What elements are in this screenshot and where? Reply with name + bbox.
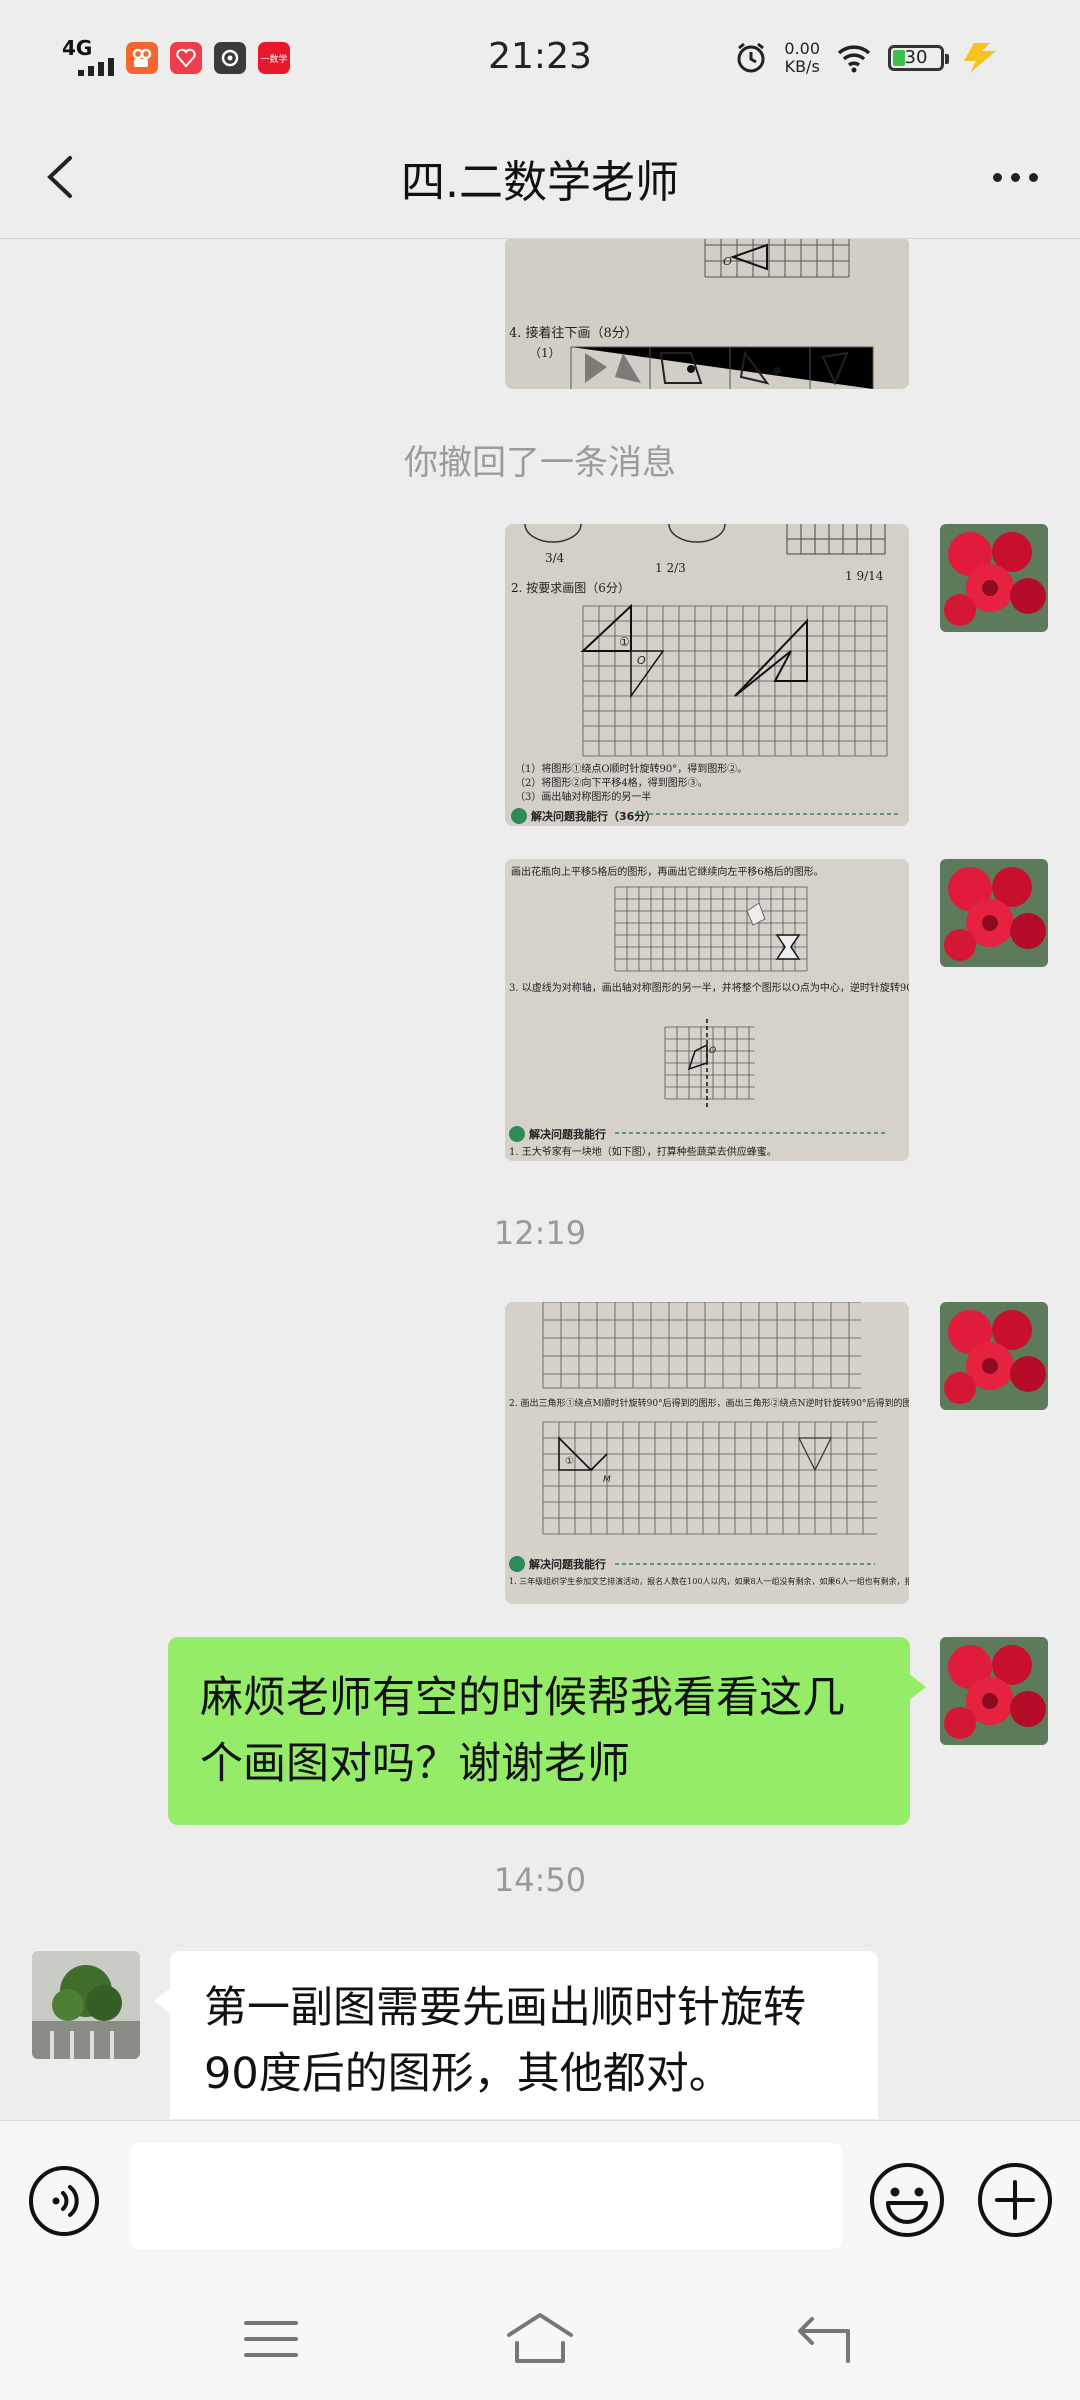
battery-level: 30 (904, 47, 928, 68)
more-options-button[interactable] (980, 142, 1050, 212)
incoming-message-bubble[interactable]: 第一副图需要先画出顺时针旋转90度后的图形，其他都对。 (154, 1951, 878, 2119)
worksheet-4-footer: 1. 三年级组织学生参加文艺排演活动，报名人数在100人以内，如果8人一组没有剩… (509, 1576, 909, 1586)
image-message[interactable]: 3/4 1 2/3 1 9/14 2. 按要求画图（6分） ① O （1）将图形… (505, 524, 909, 826)
svg-text:①: ① (619, 635, 630, 649)
worksheet-3-footer: 1. 王大爷家有一块地（如下图），打算种些蔬菜去供应蜂蜜。 (509, 1145, 777, 1158)
worksheet-3-banner: 解决问题我能行 (529, 1127, 606, 1141)
worksheet-1-heading: 4. 接着往下画（8分） (509, 325, 638, 341)
svg-text:O: O (709, 1046, 716, 1056)
image-message[interactable]: 2. 画出三角形①绕点M顺时针旋转90°后得到的图形，画出三角形②绕点N逆时针旋… (505, 1302, 909, 1604)
worksheet-2-step-2: （2）将图形②向下平移4格，得到图形③。 (515, 776, 708, 789)
menu-icon (244, 2321, 298, 2357)
back-arrow-icon (798, 2317, 850, 2363)
image-message[interactable]: 画出花瓶向上平移5格后的图形，再画出它继续向左平移6格后的图形。 3. 以虚线为… (505, 859, 909, 1161)
worksheet-photo: 画出花瓶向上平移5格后的图形，再画出它继续向左平移6格后的图形。 3. 以虚线为… (505, 859, 909, 1161)
speed-value: 0.00 (784, 39, 820, 58)
worksheet-photo: O 4. 接着往下画（8分） （1） (505, 239, 909, 389)
home-nav-button[interactable] (505, 2309, 575, 2369)
my-avatar[interactable] (940, 524, 1048, 632)
chat-messages[interactable]: O 4. 接着往下画（8分） （1） 你撤回了一条消息 3/4 1 2/3 1 … (0, 239, 1080, 2119)
my-avatar[interactable] (940, 1637, 1048, 1745)
worksheet-4-banner: 解决问题我能行 (529, 1557, 606, 1571)
network-speed: 0.00 KB/s (784, 40, 820, 76)
input-bar (0, 2120, 1080, 2281)
home-icon (507, 2313, 573, 2363)
system-navigation-bar (0, 2281, 1080, 2400)
chat-header: 四.二数学老师 (0, 120, 1080, 239)
worksheet-2-banner: 解决问题我能行（36分） (531, 809, 656, 823)
timestamp: 14:50 (493, 1861, 587, 1899)
timestamp: 12:19 (493, 1214, 587, 1252)
worksheet-2-step-3: （3）画出轴对称图形的另一半 (515, 790, 651, 803)
emoji-icon (870, 2163, 944, 2237)
emoji-button[interactable] (868, 2161, 946, 2239)
worksheet-photo: 2. 画出三角形①绕点M顺时针旋转90°后得到的图形，画出三角形②绕点N逆时针旋… (505, 1302, 909, 1604)
svg-text:O: O (637, 654, 646, 667)
status-bar: 4G 一数学 21:23 0.00 KB/s 30 (0, 0, 1080, 120)
worksheet-3-line-1: 画出花瓶向上平移5格后的图形，再画出它继续向左平移6格后的图形。 (511, 865, 824, 878)
red-flowers-avatar (940, 859, 1048, 967)
teacher-avatar[interactable] (32, 1951, 140, 2059)
frac-2: 1 2/3 (655, 561, 686, 575)
battery-icon: 30 (888, 45, 949, 71)
charging-icon (964, 43, 996, 73)
svg-text:O: O (723, 255, 732, 268)
svg-text:M: M (603, 1475, 611, 1485)
worksheet-2-heading: 2. 按要求画图（6分） (511, 581, 630, 595)
worksheet-photo: 3/4 1 2/3 1 9/14 2. 按要求画图（6分） ① O （1）将图形… (505, 524, 909, 826)
speed-unit: KB/s (784, 57, 820, 76)
back-nav-button[interactable] (790, 2309, 860, 2369)
chat-title: 四.二数学老师 (401, 157, 679, 208)
frac-3: 1 9/14 (845, 569, 884, 583)
image-message[interactable]: O 4. 接着往下画（8分） （1） (505, 239, 909, 389)
red-flowers-avatar (940, 524, 1048, 632)
svg-text:①: ① (565, 1456, 574, 1467)
plant-avatar (32, 1951, 140, 2059)
recall-notice: 你撤回了一条消息 (404, 443, 676, 483)
red-flowers-avatar (940, 1302, 1048, 1410)
voice-button[interactable] (28, 2165, 100, 2237)
wifi-icon (837, 45, 871, 73)
more-functions-button[interactable] (976, 2161, 1054, 2239)
worksheet-1-sub: （1） (529, 346, 561, 360)
plus-circle-icon (978, 2163, 1052, 2237)
worksheet-4-heading: 2. 画出三角形①绕点M顺时针旋转90°后得到的图形，画出三角形②绕点N逆时针旋… (509, 1397, 909, 1409)
voice-icon (29, 2166, 99, 2236)
message-input[interactable] (130, 2143, 842, 2249)
worksheet-3-heading: 3. 以虚线为对称轴，画出轴对称图形的另一半，并将整个图形以O点为中心，逆时针旋… (509, 981, 909, 994)
menu-nav-button[interactable] (236, 2309, 306, 2369)
red-flowers-avatar (940, 1637, 1048, 1745)
worksheet-2-step-1: （1）将图形①绕点O顺时针旋转90°，得到图形②。 (515, 762, 747, 775)
alarm-icon (737, 42, 765, 73)
outgoing-message-text: 麻烦老师有空的时候帮我看看这几个画图对吗？谢谢老师 (200, 1673, 845, 1789)
incoming-message-text: 第一副图需要先画出顺时针旋转90度后的图形，其他都对。 (204, 1983, 806, 2099)
status-right: 0.00 KB/s 30 (734, 40, 1000, 76)
my-avatar[interactable] (940, 859, 1048, 967)
my-avatar[interactable] (940, 1302, 1048, 1410)
frac-1: 3/4 (545, 551, 565, 565)
outgoing-message-bubble[interactable]: 麻烦老师有空的时候帮我看看这几个画图对吗？谢谢老师 (168, 1637, 926, 1825)
